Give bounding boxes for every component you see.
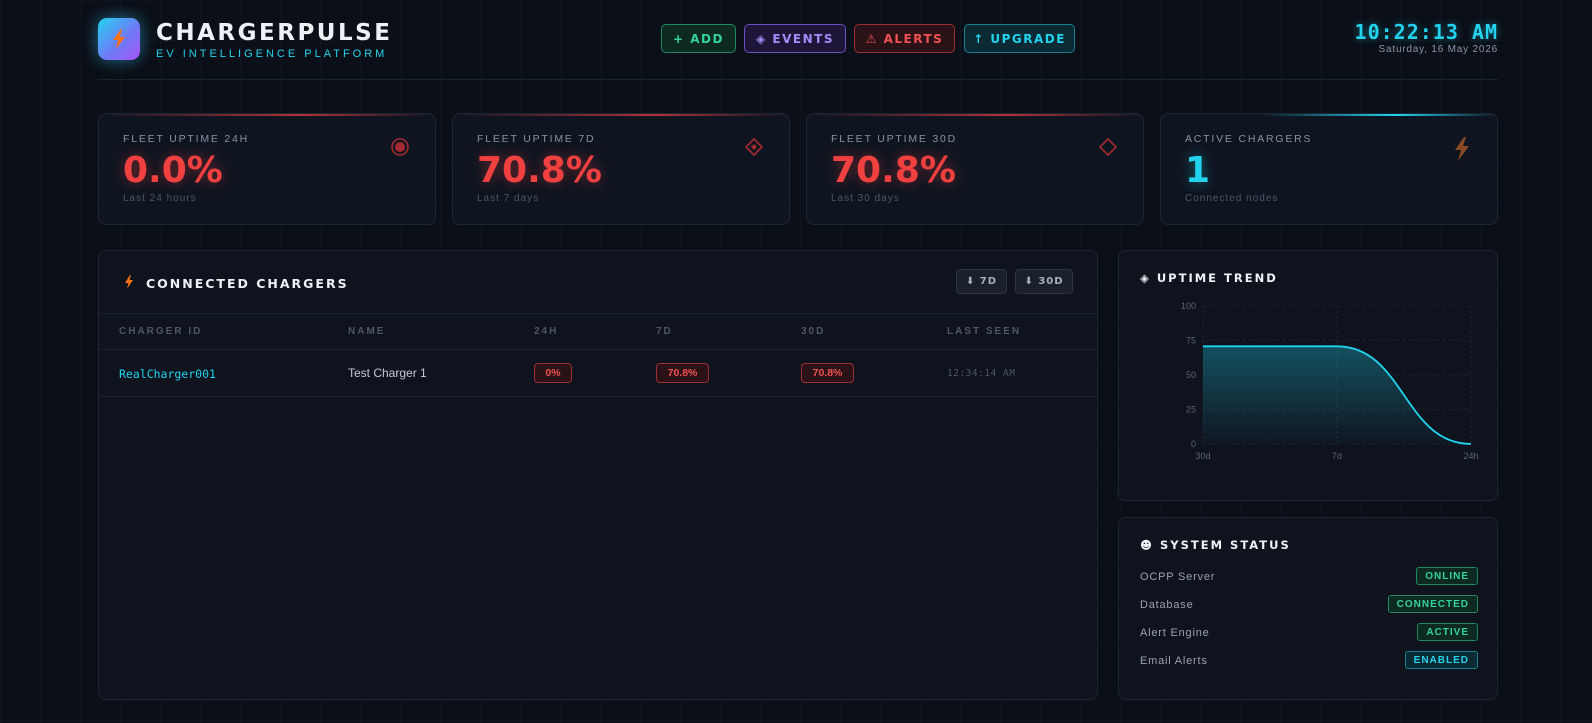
stat-label: FLEET UPTIME 24H — [123, 133, 250, 145]
add-button[interactable]: + ADD — [661, 24, 736, 53]
uptime-30d-badge: 70.8% — [801, 363, 854, 383]
stat-value: 70.8% — [477, 150, 602, 191]
stat-value: 0.0% — [123, 150, 223, 191]
column-header: CHARGER ID — [119, 326, 203, 337]
y-tick-label: 75 — [1186, 336, 1196, 346]
upgrade-button[interactable]: ↑ UPGRADE — [964, 24, 1075, 53]
column-header: 7D — [656, 326, 673, 337]
status-badge: ENABLED — [1404, 651, 1478, 669]
uptime-trend-chart: 0 25 50 75 100 30d 7d 24h — [1181, 301, 1479, 461]
charger-id-link[interactable]: RealCharger001 — [119, 367, 216, 381]
uptime-24h-badge: 0% — [534, 363, 572, 383]
header-divider — [98, 79, 1498, 80]
stat-label: ACTIVE CHARGERS — [1185, 133, 1313, 145]
diamond-dot-icon — [744, 137, 764, 157]
table-divider — [99, 396, 1097, 397]
charger-name: Test Charger 1 — [348, 366, 427, 380]
status-badge: ONLINE — [1416, 567, 1478, 585]
export-7d-button[interactable]: ⬇ 7D — [956, 269, 1007, 294]
column-header: 30D — [801, 326, 826, 337]
stat-subtitle: Last 7 days — [477, 193, 540, 204]
stat-card-active-chargers: ACTIVE CHARGERS 1 Connected nodes — [1160, 113, 1498, 225]
stat-value: 1 — [1185, 150, 1211, 191]
stat-subtitle: Connected nodes — [1185, 193, 1279, 204]
x-tick-label: 7d — [1332, 451, 1342, 461]
date: Saturday, 16 May 2026 — [1378, 44, 1498, 55]
events-button[interactable]: ◈ EVENTS — [744, 24, 846, 53]
status-label-database: Database — [1140, 599, 1194, 611]
logo — [98, 18, 140, 60]
chargers-title: CONNECTED CHARGERS — [146, 276, 349, 291]
lightning-icon — [113, 29, 125, 49]
status-title: ☻ SYSTEM STATUS — [1140, 538, 1291, 552]
x-tick-label: 30d — [1195, 451, 1210, 461]
stat-subtitle: Last 24 hours — [123, 193, 197, 204]
status-badge: ACTIVE — [1417, 623, 1478, 641]
y-tick-label: 0 — [1191, 439, 1196, 449]
uptime-7d-badge: 70.8% — [656, 363, 709, 383]
y-tick-label: 100 — [1181, 301, 1196, 311]
y-tick-label: 50 — [1186, 370, 1196, 380]
lightning-icon — [1455, 137, 1469, 161]
alerts-button[interactable]: ⚠ ALERTS — [854, 24, 955, 53]
brand-tagline: EV INTELLIGENCE PLATFORM — [156, 48, 388, 60]
lightning-icon — [125, 275, 133, 289]
status-badge: CONNECTED — [1387, 595, 1478, 613]
last-seen: 12:34:14 AM — [947, 368, 1016, 379]
stat-subtitle: Last 30 days — [831, 193, 900, 204]
stat-label: FLEET UPTIME 30D — [831, 133, 958, 145]
brand-name: CHARGERPULSE — [156, 20, 393, 46]
uptime-trend-panel: ◈ UPTIME TREND 0 25 50 75 100 30d 7d 24h — [1118, 250, 1498, 501]
chargers-panel: CONNECTED CHARGERS ⬇ 7D ⬇ 30D CHARGER ID… — [98, 250, 1098, 700]
status-label-alert-engine: Alert Engine — [1140, 627, 1210, 639]
stat-label: FLEET UPTIME 7D — [477, 133, 596, 145]
status-label-ocpp: OCPP Server — [1140, 571, 1216, 583]
export-30d-button[interactable]: ⬇ 30D — [1015, 269, 1073, 294]
target-icon — [391, 138, 409, 156]
column-header: LAST SEEN — [947, 326, 1022, 337]
diamond-icon — [1098, 137, 1118, 157]
column-header: 24H — [534, 326, 559, 337]
stat-card-uptime-7d: FLEET UPTIME 7D 70.8% Last 7 days — [452, 113, 790, 225]
column-header: NAME — [348, 326, 386, 337]
status-label-email-alerts: Email Alerts — [1140, 655, 1208, 667]
stat-card-uptime-30d: FLEET UPTIME 30D 70.8% Last 30 days — [806, 113, 1144, 225]
y-tick-label: 25 — [1186, 405, 1196, 415]
table-divider — [99, 313, 1097, 314]
stat-value: 70.8% — [831, 150, 956, 191]
clock: 10:22:13 AM — [1354, 20, 1498, 44]
table-row[interactable]: RealCharger001 Test Charger 1 0% 70.8% 7… — [99, 350, 1097, 396]
stat-card-uptime-24h: FLEET UPTIME 24H 0.0% Last 24 hours — [98, 113, 436, 225]
x-tick-label: 24h — [1463, 451, 1478, 461]
system-status-panel: ☻ SYSTEM STATUS OCPP Server ONLINE Datab… — [1118, 517, 1498, 700]
